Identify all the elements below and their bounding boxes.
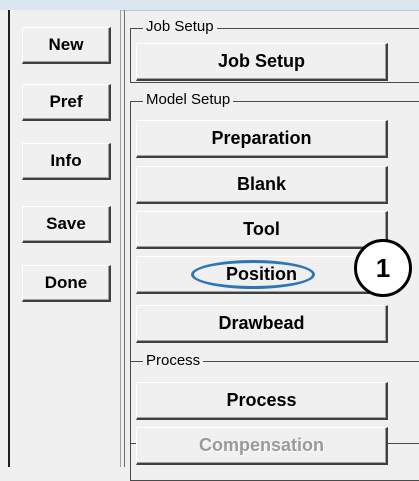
info-button[interactable]: Info <box>22 143 111 180</box>
tool-button[interactable]: Tool <box>136 211 388 249</box>
position-highlight-ellipse <box>191 260 315 289</box>
process-group-label: Process <box>143 353 204 369</box>
compensation-button: Compensation <box>136 427 388 465</box>
callout-number-badge: 1 <box>354 239 412 297</box>
pref-button[interactable]: Pref <box>22 84 111 121</box>
blank-button[interactable]: Blank <box>136 166 388 204</box>
panel-divider <box>124 10 125 467</box>
window-left-frame <box>0 10 10 467</box>
done-button[interactable]: Done <box>22 265 111 302</box>
job-setup-button[interactable]: Job Setup <box>136 43 388 81</box>
drawbead-button[interactable]: Drawbead <box>136 305 388 343</box>
save-button[interactable]: Save <box>22 206 111 243</box>
model-setup-group-label: Model Setup <box>143 92 234 108</box>
process-button[interactable]: Process <box>136 382 388 420</box>
job-setup-group-label: Job Setup <box>143 19 217 35</box>
preparation-button[interactable]: Preparation <box>136 120 388 158</box>
new-button[interactable]: New <box>22 27 111 64</box>
